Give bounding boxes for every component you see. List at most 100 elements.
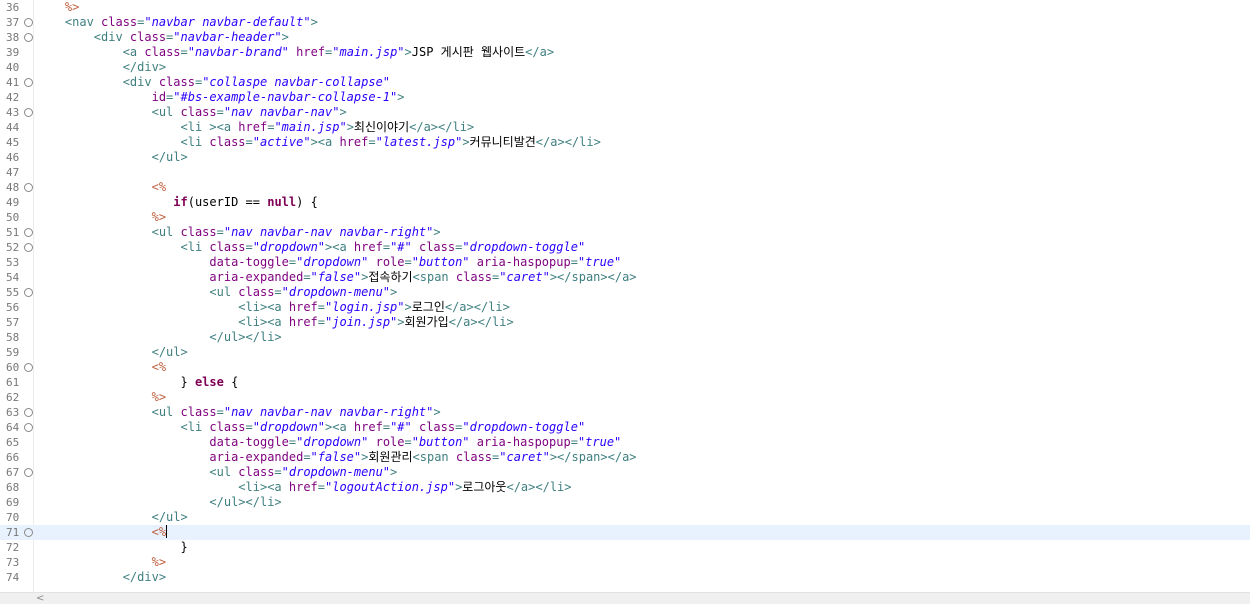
code-token: <a: [122, 45, 145, 59]
fold-toggle-icon[interactable]: [24, 423, 33, 432]
code-line[interactable]: 40 </div>: [0, 60, 1250, 75]
code-token: "true": [577, 255, 622, 269]
line-number: 58: [6, 331, 20, 344]
code-token: >: [433, 225, 441, 239]
code-token: <%: [151, 525, 167, 539]
code-line[interactable]: 68 <li><a href="logoutAction.jsp">로그아웃</…: [0, 480, 1250, 495]
fold-toggle-icon[interactable]: [24, 108, 33, 117]
code-line[interactable]: 71 <%: [0, 525, 1250, 540]
fold-toggle-icon[interactable]: [24, 363, 33, 372]
fold-toggle-icon[interactable]: [24, 183, 33, 192]
line-number: 74: [6, 571, 20, 584]
code-line[interactable]: 58 </ul></li>: [0, 330, 1250, 345]
code-token: href: [288, 315, 318, 329]
code-line[interactable]: 52 <li class="dropdown"><a href="#" clas…: [0, 240, 1250, 255]
code-token: "nav navbar-nav": [223, 105, 340, 119]
fold-toggle-icon[interactable]: [24, 408, 33, 417]
fold-toggle-icon[interactable]: [24, 18, 33, 27]
code-line[interactable]: 64 <li class="dropdown"><a href="#" clas…: [0, 420, 1250, 435]
code-text: <li class="active"><a href="latest.jsp">…: [36, 135, 601, 150]
code-text: %>: [36, 210, 166, 225]
code-line[interactable]: 36 %>: [0, 0, 1250, 15]
code-line[interactable]: 59 </ul>: [0, 345, 1250, 360]
code-token: "caret": [499, 450, 550, 464]
code-line[interactable]: 49 if(userID == null) {: [0, 195, 1250, 210]
code-token: class: [180, 405, 217, 419]
code-line[interactable]: 47: [0, 165, 1250, 180]
code-line[interactable]: 62 %>: [0, 390, 1250, 405]
code-line[interactable]: 74 </div>: [0, 570, 1250, 585]
code-line[interactable]: 54 aria-expanded="false">접속하기<span class…: [0, 270, 1250, 285]
code-token: id: [151, 90, 167, 104]
code-token: >: [404, 45, 412, 59]
code-token: <ul: [209, 465, 239, 479]
code-line[interactable]: 53 data-toggle="dropdown" role="button" …: [0, 255, 1250, 270]
code-token: class: [101, 15, 138, 29]
code-line[interactable]: 65 data-toggle="dropdown" role="button" …: [0, 435, 1250, 450]
code-token: href: [353, 420, 383, 434]
code-token: null: [267, 195, 297, 209]
code-token: href: [288, 300, 318, 314]
code-text: <li ><a href="main.jsp">최신이야기</a></li>: [36, 120, 475, 135]
code-editor[interactable]: 36 %> 37 <nav class="navbar navbar-defaul…: [0, 0, 1250, 592]
code-line[interactable]: 38 <div class="navbar-header">: [0, 30, 1250, 45]
scroll-left-icon[interactable]: <: [36, 593, 44, 604]
code-token: =: [570, 255, 578, 269]
code-text: %>: [36, 390, 166, 405]
code-line[interactable]: 70 </ul>: [0, 510, 1250, 525]
code-token: </ul>: [151, 345, 188, 359]
line-number: 38: [6, 31, 20, 44]
code-line[interactable]: 73 %>: [0, 555, 1250, 570]
fold-toggle-icon[interactable]: [24, 78, 33, 87]
code-line[interactable]: 57 <li><a href="join.jsp">회원가입</a></li>: [0, 315, 1250, 330]
code-line[interactable]: 46 </ul>: [0, 150, 1250, 165]
code-line[interactable]: 45 <li class="active"><a href="latest.js…: [0, 135, 1250, 150]
code-token: 로그인: [411, 300, 445, 314]
fold-toggle-icon[interactable]: [24, 288, 33, 297]
code-token: "login.jsp": [325, 300, 405, 314]
code-line[interactable]: 48 <%: [0, 180, 1250, 195]
code-token: =: [216, 405, 224, 419]
code-line[interactable]: 39 <a class="navbar-brand" href="main.js…: [0, 45, 1250, 60]
fold-toggle-icon[interactable]: [24, 528, 33, 537]
code-line[interactable]: 56 <li><a href="login.jsp">로그인</a></li>: [0, 300, 1250, 315]
code-token: >: [397, 90, 405, 104]
fold-toggle-icon[interactable]: [24, 33, 33, 42]
code-line[interactable]: 69 </ul></li>: [0, 495, 1250, 510]
line-number: 36: [6, 1, 20, 14]
code-text: <%: [36, 360, 166, 375]
code-line[interactable]: 61 } else {: [0, 375, 1250, 390]
fold-toggle-icon[interactable]: [24, 468, 33, 477]
code-line[interactable]: 43 <ul class="nav navbar-nav">: [0, 105, 1250, 120]
line-number: 54: [6, 271, 20, 284]
code-line[interactable]: 72 }: [0, 540, 1250, 555]
horizontal-scrollbar[interactable]: <: [0, 592, 1250, 604]
fold-toggle-icon[interactable]: [24, 243, 33, 252]
code-token: <span: [412, 450, 456, 464]
code-line[interactable]: 37 <nav class="navbar navbar-default">: [0, 15, 1250, 30]
code-line[interactable]: 51 <ul class="nav navbar-nav navbar-righ…: [0, 225, 1250, 240]
code-line[interactable]: 67 <ul class="dropdown-menu">: [0, 465, 1250, 480]
code-token: "latest.jsp": [375, 135, 463, 149]
code-line[interactable]: 42 id="#bs-example-navbar-collapse-1">: [0, 90, 1250, 105]
code-line[interactable]: 66 aria-expanded="false">회원관리<span class…: [0, 450, 1250, 465]
code-line[interactable]: 44 <li ><a href="main.jsp">최신이야기</a></li…: [0, 120, 1250, 135]
code-token: </a></li>: [409, 120, 475, 134]
code-line[interactable]: 55 <ul class="dropdown-menu">: [0, 285, 1250, 300]
code-token: "#bs-example-navbar-collapse-1": [173, 90, 398, 104]
code-token: <span: [412, 270, 456, 284]
code-line[interactable]: 60 <%: [0, 360, 1250, 375]
fold-toggle-icon[interactable]: [24, 228, 33, 237]
code-line[interactable]: 63 <ul class="nav navbar-nav navbar-righ…: [0, 405, 1250, 420]
code-line[interactable]: 50 %>: [0, 210, 1250, 225]
code-line[interactable]: 41 <div class="collaspe navbar-collapse": [0, 75, 1250, 90]
code-token: role: [375, 435, 405, 449]
